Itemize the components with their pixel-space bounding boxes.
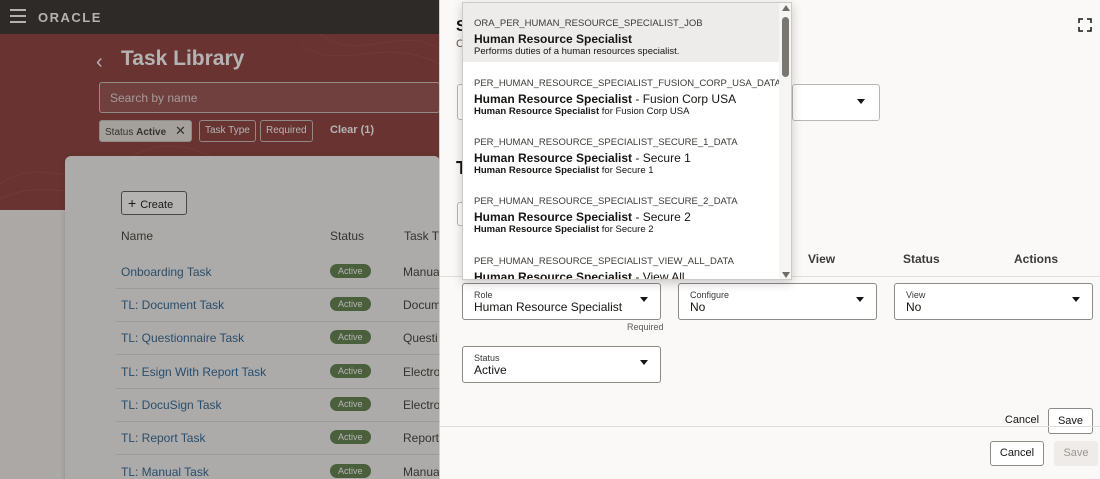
option-title: Human Resource Specialist - View All — [474, 270, 685, 280]
row-cancel-button[interactable]: Cancel — [998, 409, 1046, 433]
chevron-down-icon — [640, 297, 648, 302]
role-option[interactable]: PER_HUMAN_RESOURCE_SPECIALIST_FUSION_COR… — [463, 63, 781, 122]
chevron-down-icon — [856, 297, 864, 302]
row-save-button[interactable]: Save — [1048, 408, 1093, 434]
role-option[interactable]: PER_HUMAN_RESOURCE_SPECIALIST_SECURE_1_D… — [463, 122, 779, 181]
role-options-popup: ORA_PER_HUMAN_RESOURCE_SPECIALIST_JOB Hu… — [462, 2, 792, 280]
role-option[interactable]: PER_HUMAN_RESOURCE_SPECIALIST_SECURE_2_D… — [463, 181, 779, 240]
column-header-actions: Actions — [1014, 252, 1059, 266]
save-button[interactable]: Save — [1054, 441, 1098, 466]
role-select[interactable]: Role Human Resource Specialist — [462, 283, 661, 320]
view-label: View — [906, 290, 926, 300]
column-header-view: View — [808, 252, 836, 266]
option-code: PER_HUMAN_RESOURCE_SPECIALIST_SECURE_1_D… — [474, 137, 738, 148]
option-title: Human Resource Specialist - Fusion Corp … — [474, 92, 737, 106]
status-value: Active — [474, 363, 507, 377]
status-select[interactable]: Status Active — [462, 346, 661, 383]
cancel-button[interactable]: Cancel — [990, 441, 1044, 466]
popup-scrollbar[interactable] — [779, 3, 791, 279]
chevron-down-icon — [1072, 297, 1080, 302]
role-value: Human Resource Specialist — [474, 300, 623, 314]
role-option[interactable]: PER_HUMAN_RESOURCE_SPECIALIST_VIEW_ALL_D… — [463, 241, 779, 280]
hidden-select[interactable] — [792, 84, 880, 121]
modal-overlay — [0, 0, 440, 479]
expand-icon[interactable] — [1078, 18, 1092, 32]
option-code: ORA_PER_HUMAN_RESOURCE_SPECIALIST_JOB — [474, 18, 703, 29]
option-title: Human Resource Specialist — [474, 32, 633, 46]
configure-label: Configure — [690, 290, 730, 300]
configure-value: No — [690, 300, 706, 314]
option-code: PER_HUMAN_RESOURCE_SPECIALIST_SECURE_2_D… — [474, 196, 738, 207]
required-hint: Required — [627, 322, 664, 332]
status-label: Status — [474, 353, 500, 363]
view-value: No — [906, 300, 922, 314]
role-option[interactable]: ORA_PER_HUMAN_RESOURCE_SPECIALIST_JOB Hu… — [463, 3, 779, 62]
option-title: Human Resource Specialist - Secure 1 — [474, 151, 691, 165]
footer-divider — [440, 426, 1100, 427]
scroll-down-icon[interactable] — [782, 272, 790, 278]
option-title: Human Resource Specialist - Secure 2 — [474, 210, 691, 224]
option-code: PER_HUMAN_RESOURCE_SPECIALIST_VIEW_ALL_D… — [474, 256, 734, 267]
option-description: Human Resource Specialist for Fusion Cor… — [474, 106, 690, 117]
option-code: PER_HUMAN_RESOURCE_SPECIALIST_FUSION_COR… — [474, 78, 781, 89]
chevron-down-icon — [640, 360, 648, 365]
chevron-down-icon — [857, 99, 865, 104]
column-header-status: Status — [903, 252, 940, 266]
role-label: Role — [474, 290, 493, 300]
configure-select[interactable]: Configure No — [678, 283, 877, 320]
option-description: Performs duties of a human resources spe… — [474, 46, 680, 57]
view-select[interactable]: View No — [894, 283, 1093, 320]
option-description: Human Resource Specialist for Secure 1 — [474, 165, 654, 176]
option-description: Human Resource Specialist for Secure 2 — [474, 224, 654, 235]
scrollbar-thumb[interactable] — [782, 17, 789, 77]
scroll-up-icon[interactable] — [782, 5, 790, 11]
